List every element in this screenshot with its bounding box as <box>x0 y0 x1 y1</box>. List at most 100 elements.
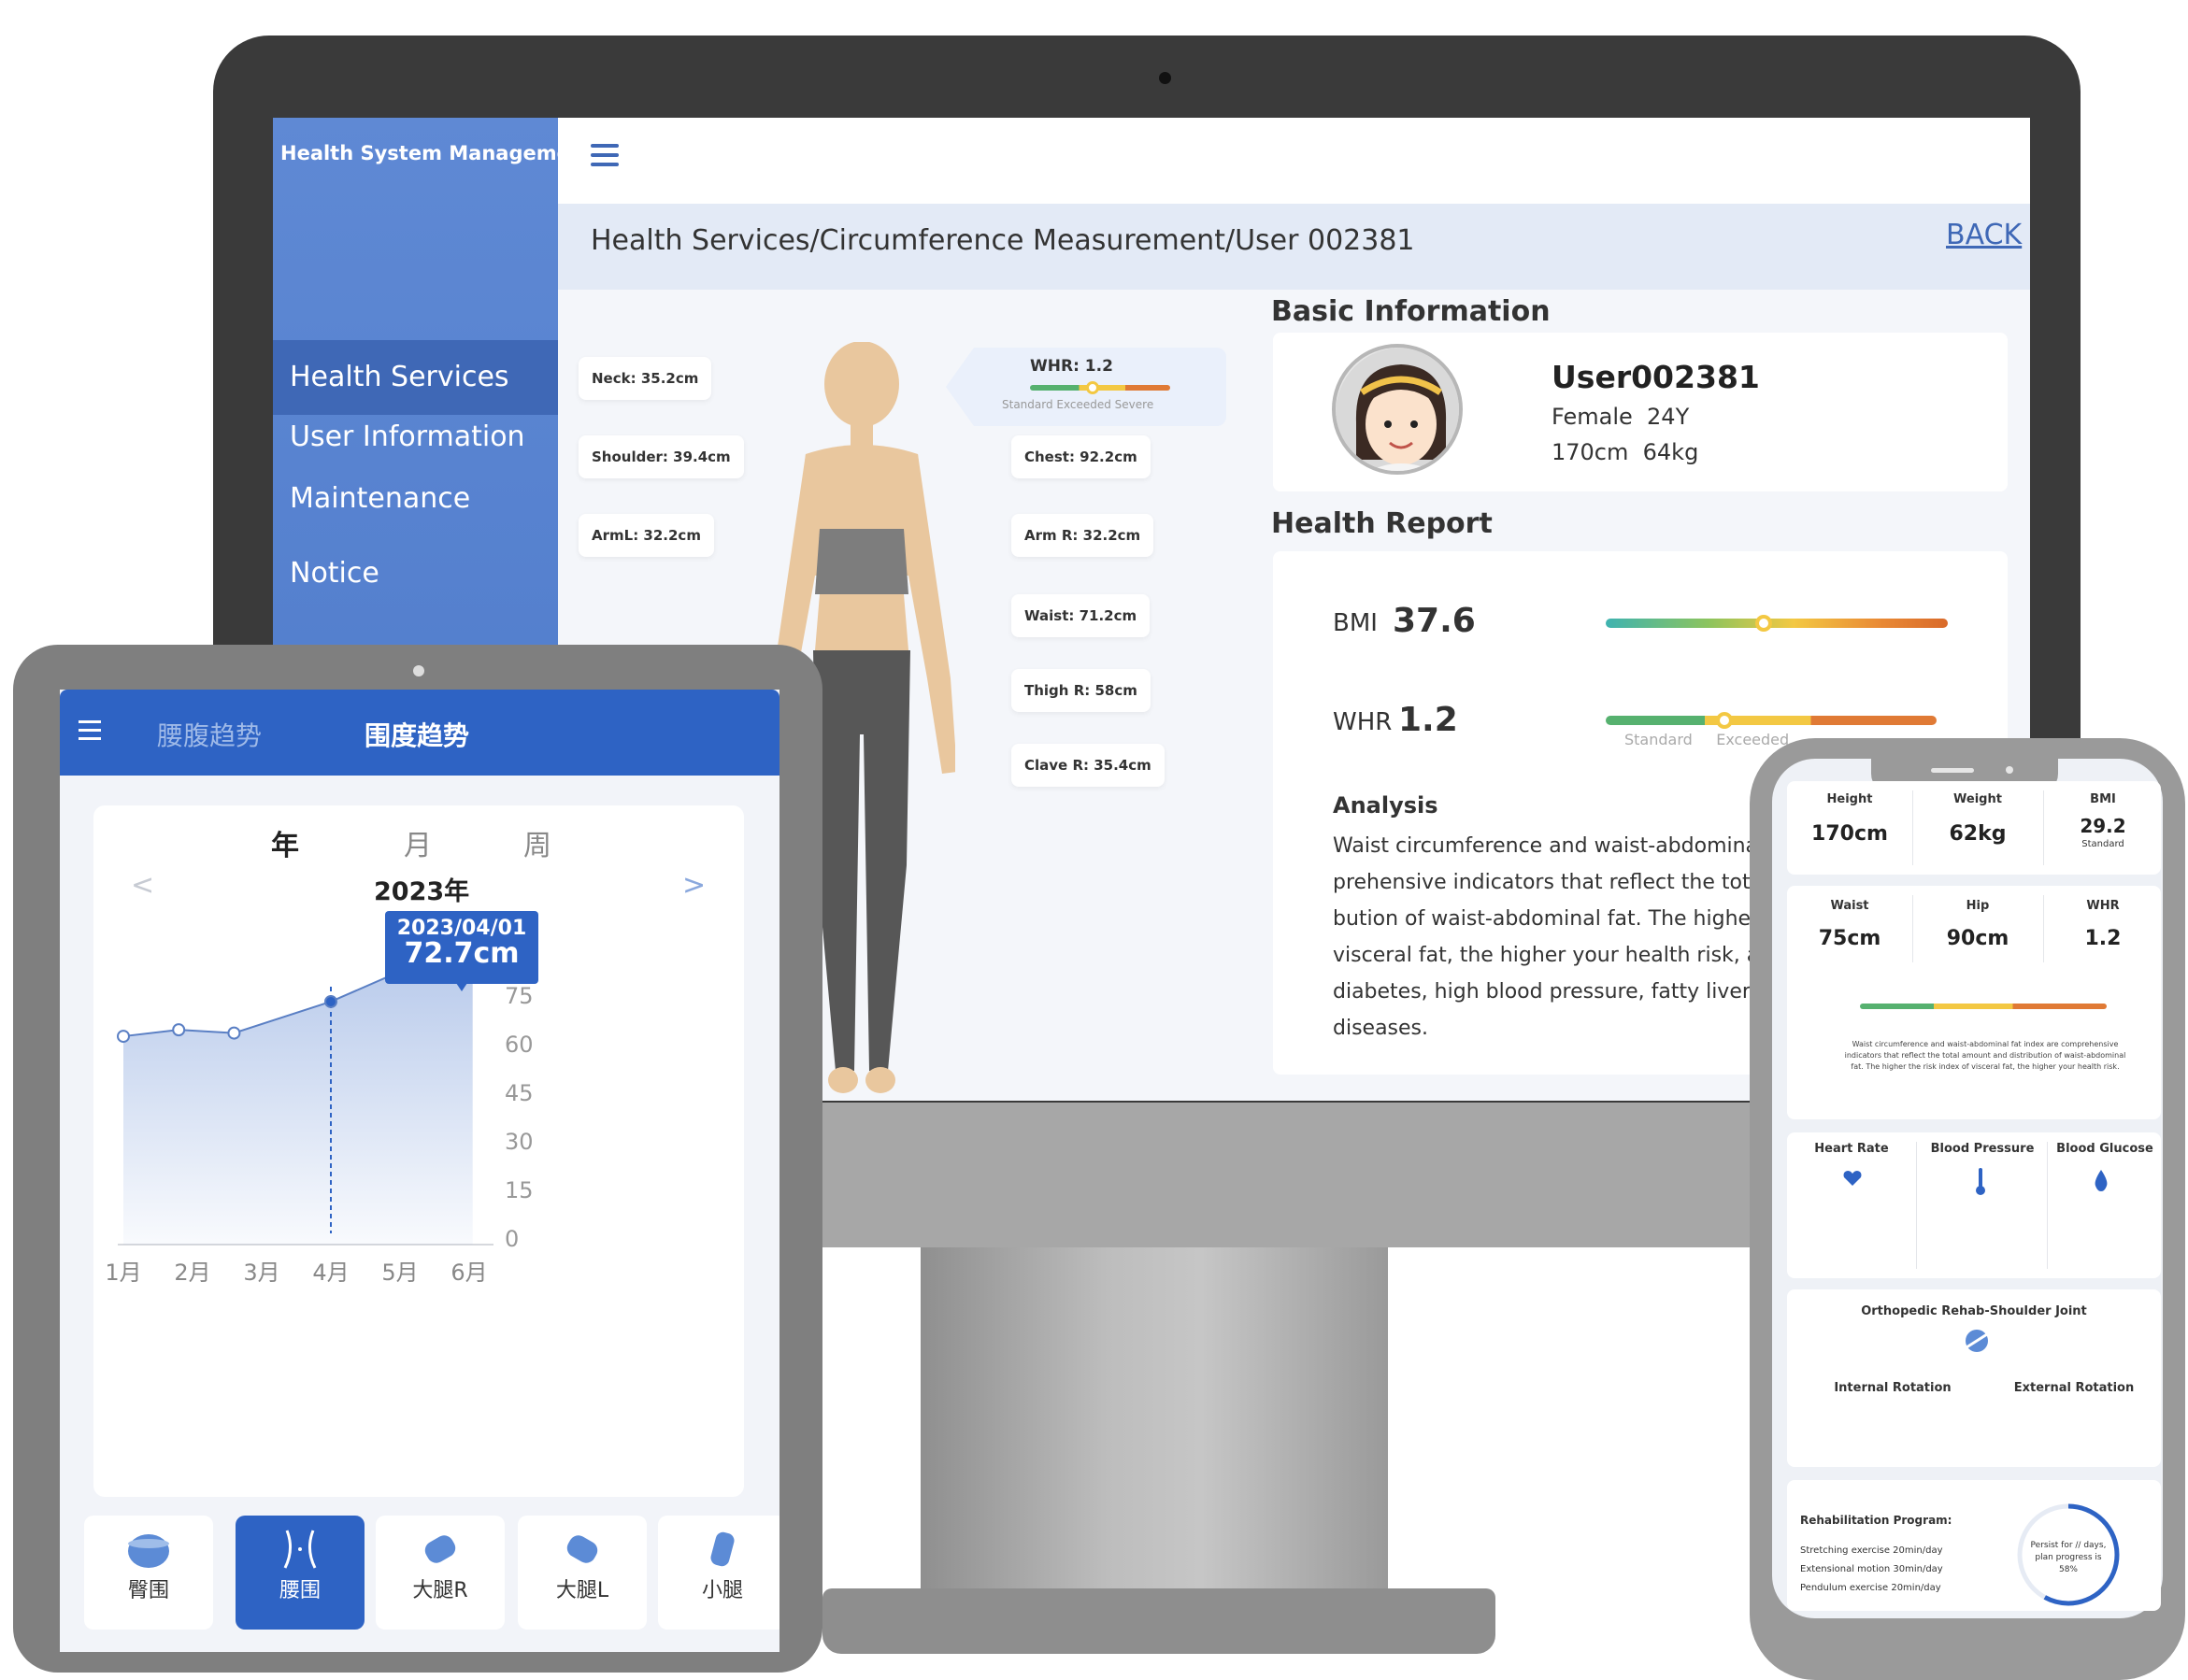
chart-point <box>227 1026 241 1040</box>
chart-point <box>172 1023 186 1037</box>
body-part-label: 大腿L <box>555 1579 609 1602</box>
whr-scale-marker <box>1716 712 1733 729</box>
waist-icon <box>283 1530 317 1569</box>
top-bar <box>558 118 2030 204</box>
phone-whr-bar <box>1860 1004 2107 1009</box>
stat-weight-label: Weight <box>1953 792 2002 806</box>
bmi-value: 37.6 <box>1393 602 1476 640</box>
chart-x-tick: 4月 <box>312 1260 349 1286</box>
body-part-hip-button[interactable]: 臀围 <box>84 1516 213 1630</box>
chart-y-tick: 15 <box>505 1177 534 1203</box>
stat-waist-label: Waist <box>1830 899 1869 913</box>
tablet-camera <box>413 665 424 676</box>
measurement-waist: Waist: 71.2cm <box>1011 594 1151 637</box>
whr-callout-scale <box>1030 385 1170 391</box>
stat-weight-value: 62kg <box>1949 822 2007 846</box>
monitor-camera <box>1159 72 1171 84</box>
measurement-thigh-right: Thigh R: 58cm <box>1011 669 1151 712</box>
tablet-menu-icon[interactable] <box>79 720 101 741</box>
rehab-external-rotation: External Rotation <box>2013 1381 2135 1395</box>
stat-bmi-label: BMI <box>2090 792 2116 806</box>
chart-x-tick: 6月 <box>450 1260 487 1286</box>
vital-heart-rate: Heart Rate <box>1814 1142 1889 1156</box>
progress-text: Persist for // days, plan progress is 58… <box>2030 1541 2107 1574</box>
tooltip-pointer <box>456 983 467 991</box>
calf-icon <box>710 1531 735 1567</box>
bmi-label: BMI <box>1333 609 1378 637</box>
period-month[interactable]: 月 <box>404 822 432 863</box>
chart-tooltip: 2023/04/01 72.7cm <box>385 911 538 984</box>
analysis-line: visceral fat, the higher your health ris… <box>1333 944 1753 967</box>
stat-whr-value: 1.2 <box>2084 927 2122 950</box>
analysis-text: Waist circumference and waist-abdomina p… <box>1333 828 1753 1052</box>
program-label: Rehabilitation Program: <box>1800 1514 1952 1527</box>
breadcrumb: Health Services/Circumference Measuremen… <box>591 224 1415 257</box>
analysis-line: prehensive indicators that reflect the t… <box>1333 871 1753 894</box>
body-part-calf-button[interactable]: 小腿 <box>658 1516 779 1630</box>
sidebar-item-maintenance-notice[interactable]: Maintenance Notice <box>273 462 558 590</box>
phone-camera <box>2006 766 2013 774</box>
heart-icon <box>1843 1171 1862 1186</box>
stat-bmi-status: Standard <box>2081 839 2124 849</box>
chart-y-tick: 60 <box>505 1032 534 1058</box>
vital-blood-glucose: Blood Glucose <box>2056 1142 2153 1156</box>
analysis-line: Waist circumference and waist-abdomina <box>1333 834 1753 858</box>
measurement-arm-left: ArmL: 32.2cm <box>579 514 714 557</box>
analysis-heading: Analysis <box>1333 792 1438 819</box>
body-part-thigh-left-button[interactable]: 大腿L <box>518 1516 647 1630</box>
user-id: User002381 <box>1552 359 1760 395</box>
whr-callout-scale-labels: Standard Exceeded Severe <box>1002 398 1154 411</box>
body-part-label: 臀围 <box>127 1579 169 1602</box>
rehab-title: Orthopedic Rehab-Shoulder Joint <box>1861 1304 2087 1318</box>
stat-hip-value: 90cm <box>1946 927 2009 950</box>
blood-drop-icon <box>2095 1170 2108 1191</box>
tooltip-date: 2023/04/01 <box>396 917 527 940</box>
period-year[interactable]: 年 <box>271 822 299 863</box>
measurement-arm-right: Arm R: 32.2cm <box>1011 514 1154 557</box>
chart-y-tick: 75 <box>505 983 534 1009</box>
measurement-chest: Chest: 92.2cm <box>1011 435 1151 478</box>
thigh-right-icon <box>424 1535 456 1563</box>
vital-blood-pressure: Blood Pressure <box>1930 1142 2035 1156</box>
rehab-internal-rotation: Internal Rotation <box>1834 1381 1952 1395</box>
body-part-waist-button[interactable]: 腰围 <box>236 1516 365 1630</box>
whr-scale-bar <box>1606 716 1937 725</box>
tab-waist-trend[interactable]: 腰腹趋势 <box>157 716 262 753</box>
body-part-label: 腰围 <box>279 1579 321 1602</box>
whr-label: WHR <box>1333 708 1393 736</box>
trend-chart: 01530456075901月2月3月4月5月6月 <box>105 934 534 1286</box>
period-week[interactable]: 周 <box>523 822 551 863</box>
user-gender-age: Female 24Y <box>1552 404 1690 430</box>
chart-x-tick: 1月 <box>105 1260 141 1286</box>
bmi-scale-bar <box>1606 619 1948 628</box>
measurement-neck: Neck: 35.2cm <box>579 357 712 400</box>
phone-whr-note: Waist circumference and waist-abdominal … <box>1844 1040 2126 1071</box>
program-line: Pendulum exercise 20min/day <box>1800 1583 1941 1593</box>
phone-stats-card-2 <box>1787 886 2161 1119</box>
measurement-shoulder: Shoulder: 39.4cm <box>579 435 744 478</box>
measurement-calve-right: Clave R: 35.4cm <box>1011 744 1165 787</box>
body-part-selector: 臀围 腰围 大腿R 大腿L 小腿 <box>79 1516 779 1637</box>
stat-waist-value: 75cm <box>1818 927 1881 950</box>
chart-y-tick: 30 <box>505 1129 534 1155</box>
tooltip-value: 72.7cm <box>404 937 520 970</box>
thigh-left-icon <box>566 1535 598 1563</box>
chart-area <box>123 948 473 1245</box>
monitor-stand-neck <box>921 1247 1388 1612</box>
chart-point <box>324 994 337 1008</box>
program-line: Stretching exercise 20min/day <box>1800 1545 1943 1556</box>
analysis-line: bution of waist-abdominal fat. The highe <box>1333 907 1752 931</box>
back-button[interactable]: BACK <box>1946 219 2022 251</box>
body-part-thigh-right-button[interactable]: 大腿R <box>376 1516 505 1630</box>
stat-bmi-value: 29.2 <box>2080 815 2126 837</box>
user-height-weight: 170cm 64kg <box>1552 439 1699 465</box>
tab-circumference-trend[interactable]: 围度趋势 <box>365 716 469 753</box>
whr-scale-labels: Standard Exceeded <box>1624 731 1790 748</box>
whr-callout-marker <box>1086 381 1099 394</box>
body-part-label: 大腿R <box>412 1579 468 1602</box>
body-part-label: 小腿 <box>701 1579 743 1602</box>
basic-info-heading: Basic Information <box>1271 295 1551 328</box>
whr-callout-label: WHR: 1.2 <box>1030 357 1113 376</box>
health-report-heading: Health Report <box>1271 507 1493 540</box>
hamburger-menu-icon[interactable] <box>591 144 619 166</box>
